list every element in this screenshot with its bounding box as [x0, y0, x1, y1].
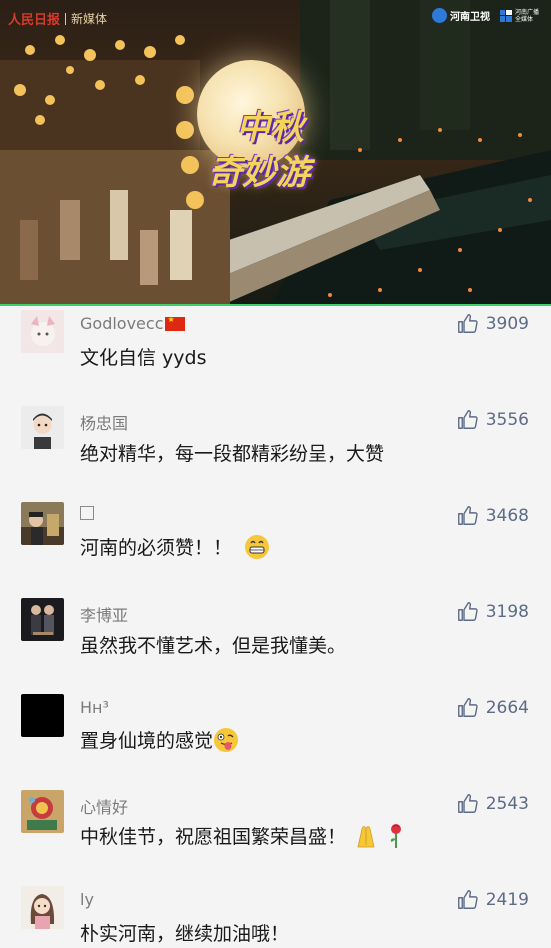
like-button[interactable]: 3468 — [457, 505, 529, 526]
like-button[interactable]: 3556 — [457, 409, 529, 430]
comment-item: Godlovecc 文化自信 yyds 3909 — [0, 306, 551, 394]
channel-logos: 河南卫视 河南广播 全媒体 — [431, 8, 539, 23]
comment-author-name: Hʜ³ — [80, 698, 109, 717]
china-flag-icon — [165, 315, 186, 331]
thumbs-up-icon — [457, 794, 478, 813]
empty-box-icon — [80, 506, 94, 520]
like-count: 2543 — [485, 793, 529, 814]
comment-item: 河南的必须赞！！ 3468 — [0, 490, 551, 586]
comment-author[interactable]: 李博亚 — [80, 602, 128, 626]
thumbs-up-icon — [457, 506, 478, 525]
comment-item: 心情好 中秋佳节，祝愿祖国繁荣昌盛！ 2543 — [0, 778, 551, 874]
comment-author[interactable] — [80, 506, 94, 520]
comment-text: 中秋佳节，祝愿祖国繁荣昌盛！ — [80, 821, 410, 849]
avatar[interactable] — [21, 694, 64, 737]
comment-author-name: ly — [80, 890, 94, 909]
comment-text-content: 河南的必须赞！！ — [80, 537, 233, 559]
avatar[interactable] — [21, 502, 64, 545]
comment-author[interactable]: Hʜ³ — [80, 698, 109, 717]
video-player[interactable]: 中秋 奇妙游 人民日报 新媒体 河南卫视 河南广播 全媒体 — [0, 0, 551, 306]
comment-author-name: 李博亚 — [80, 606, 129, 625]
brand-left-sub: 新媒体 — [71, 12, 108, 26]
folded-hands-rose-icon — [357, 824, 402, 848]
comment-item: ly 朴实河南，继续加油哦！ 2419 — [0, 874, 551, 948]
like-button[interactable]: 2419 — [457, 889, 529, 910]
people-daily-logo: 人民日报 新媒体 — [8, 9, 107, 28]
avatar[interactable] — [21, 886, 64, 929]
brand-left-name: 人民日报 — [8, 13, 61, 28]
tongue-face-icon — [214, 727, 239, 752]
comment-text: 虽然我不懂艺术，但是我懂美。 — [80, 631, 346, 658]
show-title-logo: 中秋 奇妙游 — [208, 100, 388, 194]
thumbs-up-icon — [457, 698, 478, 717]
comment-author-name: 杨忠国 — [80, 414, 129, 433]
comment-text-content: 中秋佳节，祝愿祖国繁荣昌盛！ — [80, 825, 347, 848]
media-logo-line2: 全媒体 — [514, 15, 533, 23]
comment-author-name: 心情好 — [80, 798, 129, 817]
comment-author-name: Godlovecc — [80, 314, 164, 333]
comment-text-content: 朴实河南，继续加油哦！ — [80, 923, 290, 945]
avatar[interactable] — [21, 598, 64, 641]
like-button[interactable]: 3198 — [457, 601, 529, 622]
like-count: 3909 — [485, 313, 529, 334]
comment-text-content: 文化自信 yyds — [80, 347, 207, 369]
thumbs-up-icon — [457, 602, 478, 621]
thumbs-up-icon — [457, 314, 478, 333]
brand-separator — [65, 12, 67, 25]
comment-author[interactable]: 杨忠国 — [80, 410, 128, 434]
comment-text-content: 虽然我不懂艺术，但是我懂美。 — [80, 635, 347, 657]
like-button[interactable]: 2664 — [457, 697, 529, 718]
comment-text: 绝对精华，每一段都精彩纷呈，大赞 — [80, 439, 384, 466]
show-title-line1: 中秋 — [236, 108, 304, 148]
like-button[interactable]: 3909 — [457, 313, 529, 334]
like-button[interactable]: 2543 — [457, 793, 529, 814]
media-logo-line1: 河南广播 — [514, 8, 539, 16]
comment-author[interactable]: 心情好 — [80, 794, 128, 818]
comment-item: 李博亚 虽然我不懂艺术，但是我懂美。 3198 — [0, 586, 551, 682]
like-count: 2419 — [485, 889, 529, 910]
comment-text-content: 绝对精华，每一段都精彩纷呈，大赞 — [80, 443, 385, 465]
media-group-logo: 河南广播 全媒体 — [499, 8, 539, 23]
thumbs-up-icon — [457, 410, 478, 429]
comment-text-content: 置身仙境的感觉 — [80, 730, 214, 752]
henan-tv-logo: 河南卫视 — [431, 8, 490, 23]
comment-item: 杨忠国 绝对精华，每一段都精彩纷呈，大赞 3556 — [0, 394, 551, 490]
thumbs-up-icon — [457, 890, 478, 909]
show-title-line2: 奇妙游 — [208, 153, 310, 193]
comment-author[interactable]: Godlovecc — [80, 314, 186, 333]
avatar[interactable] — [21, 406, 64, 449]
like-count: 3556 — [485, 409, 529, 430]
avatar[interactable] — [21, 310, 64, 353]
comment-text: 文化自信 yyds — [80, 343, 207, 370]
comment-text: 河南的必须赞！！ — [80, 533, 270, 560]
media-group-icon — [499, 9, 512, 22]
grinning-face-icon — [245, 534, 270, 559]
comment-item: Hʜ³ 置身仙境的感觉 2664 — [0, 682, 551, 778]
avatar[interactable] — [21, 790, 64, 833]
comment-text: 置身仙境的感觉 — [80, 726, 239, 753]
henan-tv-label: 河南卫视 — [449, 12, 490, 23]
comment-list[interactable]: Godlovecc 文化自信 yyds 3909 杨忠国 绝对精华，每一段都精彩… — [0, 306, 551, 948]
henan-tv-icon — [431, 8, 447, 23]
like-count: 3198 — [485, 601, 529, 622]
comment-author[interactable]: ly — [80, 890, 94, 909]
like-count: 3468 — [485, 505, 529, 526]
like-count: 2664 — [485, 697, 529, 718]
comment-text: 朴实河南，继续加油哦！ — [80, 919, 289, 946]
